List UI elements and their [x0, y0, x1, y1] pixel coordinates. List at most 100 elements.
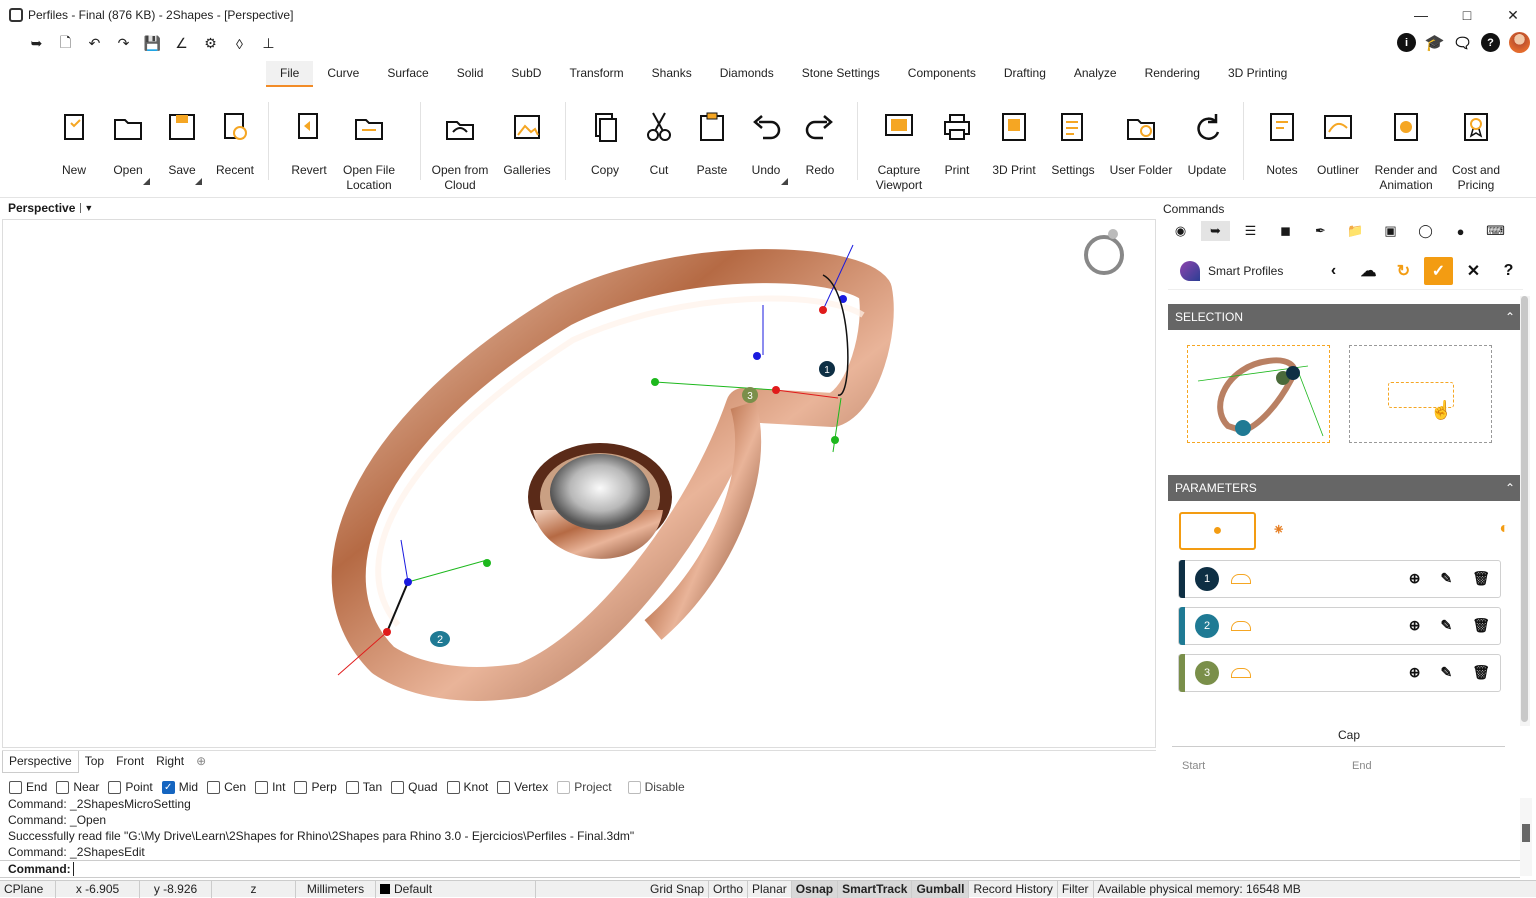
viewport-tab-right[interactable]: Right: [150, 751, 190, 773]
marker-2[interactable]: 2: [430, 631, 450, 647]
viewport-tab-front[interactable]: Front: [110, 751, 150, 773]
checkbox[interactable]: [108, 780, 122, 794]
target-icon[interactable]: ⊕: [1409, 664, 1421, 681]
checkbox[interactable]: [207, 780, 221, 794]
osnap-quad[interactable]: Quad: [391, 780, 438, 794]
toggle-gumball[interactable]: Gumball: [912, 880, 970, 898]
help-button[interactable]: ?: [1494, 257, 1523, 285]
render-and-animation-button[interactable]: Render and Animation: [1372, 93, 1440, 193]
target-icon[interactable]: ⊕: [1409, 617, 1421, 634]
viewport-label[interactable]: Perspective ▼: [8, 201, 93, 215]
osnap-int[interactable]: Int: [255, 780, 285, 794]
toggle-smarttrack[interactable]: SmartTrack: [838, 880, 913, 898]
osnap-point[interactable]: Point: [108, 780, 153, 794]
capture-viewport-button[interactable]: Capture Viewport: [866, 93, 932, 193]
cancel-button[interactable]: ✕: [1459, 257, 1488, 285]
2shapes-logo-icon[interactable]: ➥: [22, 33, 51, 55]
toggle-planar[interactable]: Planar: [748, 880, 792, 898]
viewport-tab-top[interactable]: Top: [79, 751, 110, 773]
collapse-icon[interactable]: ⌃: [1505, 475, 1515, 501]
paste-button[interactable]: Paste: [689, 93, 735, 193]
marker-3[interactable]: 3: [742, 387, 758, 403]
tab-surface[interactable]: Surface: [373, 61, 442, 87]
command-line[interactable]: Command:: [0, 860, 1520, 878]
osnap-tan[interactable]: Tan: [345, 780, 382, 794]
3d-print-button[interactable]: 3D Print: [988, 93, 1040, 193]
osnap-project[interactable]: Project: [557, 780, 612, 794]
cut-button[interactable]: Cut: [638, 93, 680, 193]
open-button[interactable]: Open: [104, 93, 152, 193]
curve-tool-icon[interactable]: ∠: [167, 33, 196, 55]
revert-button[interactable]: Revert: [286, 93, 332, 193]
osnap-knot[interactable]: Knot: [446, 780, 488, 794]
save-button[interactable]: Save: [160, 93, 204, 193]
profile-shape-icon[interactable]: ◐: [1499, 520, 1509, 538]
cplane-label[interactable]: CPlane: [0, 880, 56, 898]
toggle-ortho[interactable]: Ortho: [709, 880, 749, 898]
settings-button[interactable]: Settings: [1047, 93, 1099, 193]
confirm-button[interactable]: ✓: [1424, 257, 1453, 285]
toggle-osnap[interactable]: Osnap: [791, 880, 839, 898]
osnap-perp[interactable]: Perp: [294, 780, 337, 794]
tab-stone-settings[interactable]: Stone Settings: [788, 61, 894, 87]
navigation-ring-icon[interactable]: [1084, 229, 1124, 275]
osnap-mid[interactable]: ✓ Mid: [161, 780, 198, 794]
toggle-grid-snap[interactable]: Grid Snap: [646, 880, 710, 898]
tab-shanks[interactable]: Shanks: [638, 61, 706, 87]
tab-drafting[interactable]: Drafting: [990, 61, 1060, 87]
notes-button[interactable]: Notes: [1258, 93, 1306, 193]
osnap-near[interactable]: Near: [56, 780, 99, 794]
undo-button[interactable]: Undo: [742, 93, 790, 193]
osnap-disable[interactable]: Disable: [627, 780, 685, 794]
cost-and-pricing-button[interactable]: Cost and Pricing: [1446, 93, 1506, 193]
toggle-filter[interactable]: Filter: [1058, 880, 1094, 898]
brush-icon[interactable]: ✒: [1306, 221, 1335, 241]
checkbox[interactable]: [497, 780, 511, 794]
keyboard-icon[interactable]: ⌨: [1481, 221, 1510, 241]
open-file-location-button[interactable]: Open File Location: [337, 93, 401, 193]
measure-tool-icon[interactable]: ⊥: [254, 33, 283, 55]
cloud-upload-icon[interactable]: ☁: [1354, 257, 1383, 285]
material-icon[interactable]: ◼: [1271, 221, 1300, 241]
avatar[interactable]: [1509, 32, 1530, 53]
viewport-perspective[interactable]: 1 2 3: [2, 219, 1156, 748]
collapse-icon[interactable]: ⌃: [1505, 304, 1515, 330]
checkbox[interactable]: [557, 780, 571, 794]
2shapes-tab-icon[interactable]: ➥: [1201, 221, 1230, 241]
delete-trash-icon[interactable]: 🗑: [1472, 664, 1490, 681]
dropdown-arrow-icon[interactable]: [781, 178, 788, 185]
sphere-icon[interactable]: ◯: [1411, 221, 1440, 241]
units-label[interactable]: Millimeters: [296, 880, 376, 898]
gem-tool-icon[interactable]: ◊: [225, 33, 254, 55]
profile-row[interactable]: 2 ⊕ ✎ 🗑: [1178, 607, 1501, 645]
redo-button[interactable]: Redo: [796, 93, 844, 193]
new-button[interactable]: New: [52, 93, 96, 193]
selection-placeholder-objects[interactable]: ☝: [1349, 345, 1492, 443]
delete-trash-icon[interactable]: 🗑: [1472, 570, 1490, 587]
maximize-button[interactable]: □: [1444, 0, 1490, 30]
redo-icon[interactable]: ↷: [109, 33, 138, 55]
marker-1[interactable]: 1: [819, 361, 835, 377]
selection-header[interactable]: SELECTION ⌃: [1168, 304, 1523, 330]
panel-scrollbar[interactable]: [1520, 296, 1530, 726]
undo-icon[interactable]: ↶: [80, 33, 109, 55]
toggle-record-history[interactable]: Record History: [969, 880, 1058, 898]
tab-rendering[interactable]: Rendering: [1131, 61, 1214, 87]
add-viewport-icon[interactable]: ⊕: [190, 751, 212, 773]
checkbox[interactable]: [9, 780, 22, 794]
back-button[interactable]: ‹: [1319, 257, 1348, 285]
profile-row[interactable]: 3 ⊕ ✎ 🗑: [1178, 654, 1501, 692]
help-icon[interactable]: ?: [1481, 33, 1500, 52]
add-points-icon[interactable]: ⁕: [1272, 520, 1285, 540]
add-profile-button[interactable]: ●: [1179, 512, 1256, 550]
tab-analyze[interactable]: Analyze: [1060, 61, 1131, 87]
target-icon[interactable]: ⊕: [1409, 570, 1421, 587]
tab-components[interactable]: Components: [894, 61, 990, 87]
galleries-button[interactable]: Galleries: [503, 93, 551, 193]
dropdown-arrow-icon[interactable]: [195, 178, 202, 185]
profile-row[interactable]: 1 ⊕ ✎ 🗑: [1178, 560, 1501, 598]
tab-solid[interactable]: Solid: [443, 61, 498, 87]
chat-icon[interactable]: 🗨: [1453, 33, 1472, 52]
checkbox[interactable]: [446, 780, 460, 794]
selection-preview-rail[interactable]: [1187, 345, 1330, 443]
